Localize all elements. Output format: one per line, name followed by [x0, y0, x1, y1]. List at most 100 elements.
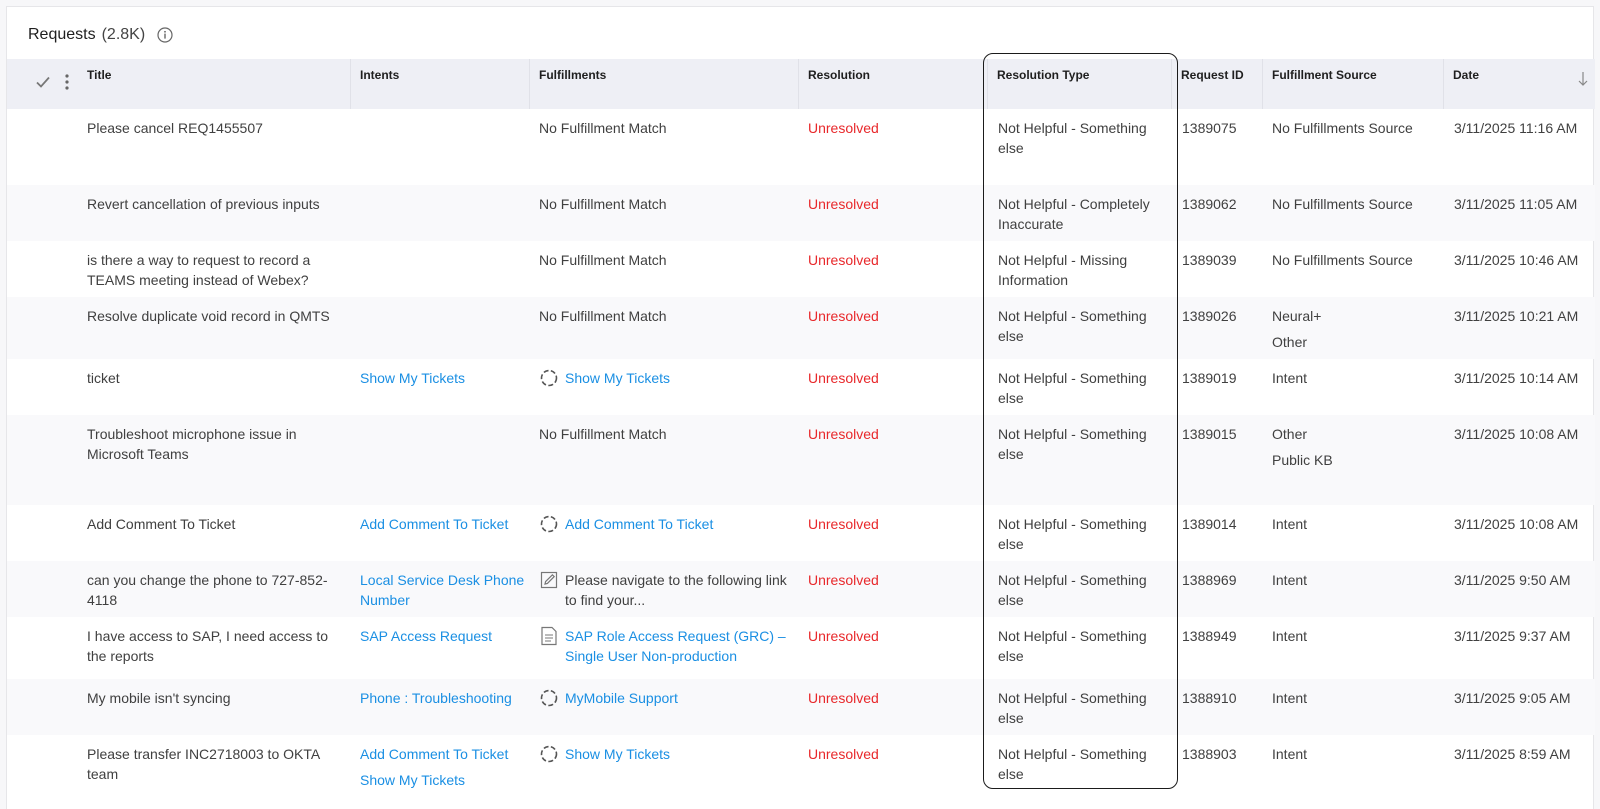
column-header-date[interactable]: Date [1444, 59, 1574, 109]
table-row[interactable]: My mobile isn't syncing Phone : Troublesh… [7, 679, 1595, 735]
cell-request-id: 1389026 [1182, 308, 1237, 324]
fulfillment-item[interactable]: Add Comment To Ticket [539, 514, 794, 534]
fulfillment-link[interactable]: Show My Tickets [565, 744, 670, 764]
fulfillment-link[interactable]: SAP Role Access Request (GRC) – Single U… [565, 626, 794, 666]
cell-date: 3/11/2025 8:59 AM [1454, 746, 1571, 762]
workflow-cycle-icon [539, 744, 559, 764]
table-row[interactable]: Resolve duplicate void record in QMTS No … [7, 297, 1595, 359]
source-item: Other [1272, 426, 1308, 442]
fulfillment-link[interactable]: Add Comment To Ticket [565, 514, 713, 534]
cell-resolution: Unresolved [808, 746, 879, 762]
intent-link[interactable]: Show My Tickets [360, 770, 525, 790]
intent-link[interactable]: Add Comment To Ticket [360, 514, 525, 534]
source-item: Intent [1272, 690, 1308, 706]
cell-request-id: 1389019 [1182, 370, 1237, 386]
fulfillment-text: No Fulfillment Match [539, 426, 667, 442]
fulfillment-item[interactable]: Show My Tickets [539, 744, 794, 764]
intent-link[interactable]: Local Service Desk Phone Number [360, 570, 525, 610]
table-row[interactable]: can you change the phone to 727-852-4118… [7, 561, 1595, 617]
cell-request-id: 1389015 [1182, 426, 1237, 442]
intent-link[interactable]: SAP Access Request [360, 626, 525, 646]
cell-fulfillment-source: Intent [1272, 359, 1442, 388]
cell-resolution-type: Not Helpful - Something else [998, 426, 1147, 462]
cell-resolution-type: Not Helpful - Completely Inaccurate [998, 196, 1150, 232]
cell-intents [360, 241, 525, 250]
cell-fulfillment-source: Intent [1272, 679, 1442, 708]
cell-intents [360, 415, 525, 424]
cell-fulfillment: No Fulfillment Match [539, 109, 794, 138]
fulfillment-item: No Fulfillment Match [539, 306, 794, 326]
cell-date: 3/11/2025 10:14 AM [1454, 370, 1579, 386]
source-item: No Fulfillments Source [1272, 120, 1413, 136]
cell-intents: Local Service Desk Phone Number [360, 561, 525, 610]
workflow-cycle-icon [539, 368, 559, 388]
table-row[interactable]: Revert cancellation of previous inputs No… [7, 185, 1595, 241]
column-header-resolution[interactable]: Resolution [799, 59, 977, 109]
fulfillment-link[interactable]: MyMobile Support [565, 688, 678, 708]
workflow-cycle-icon [539, 514, 559, 534]
cell-date: 3/11/2025 11:16 AM [1454, 120, 1578, 136]
intent-link[interactable]: Show My Tickets [360, 368, 525, 388]
column-header-resolution-type[interactable]: Resolution Type [988, 59, 1171, 109]
cell-intents: SAP Access Request [360, 617, 525, 646]
cell-fulfillment: No Fulfillment Match [539, 297, 794, 326]
cell-resolution-type: Not Helpful - Something else [998, 516, 1147, 552]
info-circle-icon[interactable] [157, 27, 173, 43]
cell-date: 3/11/2025 9:50 AM [1454, 572, 1571, 588]
cell-title: Troubleshoot microphone issue in Microso… [87, 426, 297, 462]
fulfillment-item: No Fulfillment Match [539, 118, 794, 138]
column-header-request-id[interactable]: Request ID [1172, 59, 1262, 109]
cell-resolution: Unresolved [808, 120, 879, 136]
fulfillment-item[interactable]: Show My Tickets [539, 368, 794, 388]
table-row[interactable]: ticket Show My Tickets Show My Tickets Unre… [7, 359, 1595, 415]
cell-fulfillment-source: Intent [1272, 617, 1442, 646]
cell-request-id: 1388903 [1182, 746, 1237, 762]
cell-resolution: Unresolved [808, 628, 879, 644]
cell-resolution-type: Not Helpful - Something else [998, 628, 1147, 664]
cell-title: ticket [87, 370, 120, 386]
cell-title: Please transfer INC2718003 to OKTA team [87, 746, 320, 782]
cell-fulfillment: Please navigate to the following link to… [539, 561, 794, 610]
fulfillment-text: No Fulfillment Match [539, 196, 667, 212]
cell-intents: Add Comment To Ticket Show My Tickets [360, 735, 525, 790]
table-row[interactable]: Please transfer INC2718003 to OKTA team A… [7, 735, 1595, 809]
cell-resolution: Unresolved [808, 308, 879, 324]
cell-request-id: 1389039 [1182, 252, 1237, 268]
cell-resolution-type: Not Helpful - Something else [998, 572, 1147, 608]
kebab-icon[interactable] [64, 73, 70, 91]
cell-resolution-type: Not Helpful - Missing Information [998, 252, 1128, 288]
cell-request-id: 1388969 [1182, 572, 1237, 588]
column-header-fulfillment-source[interactable]: Fulfillment Source [1263, 59, 1443, 109]
check-icon[interactable] [35, 74, 51, 90]
cell-request-id: 1389014 [1182, 516, 1237, 532]
fulfillment-item[interactable]: MyMobile Support [539, 688, 794, 708]
cell-date: 3/11/2025 10:21 AM [1454, 308, 1579, 324]
cell-resolution-type: Not Helpful - Something else [998, 746, 1147, 782]
cell-resolution: Unresolved [808, 690, 879, 706]
column-header-intents[interactable]: Intents [351, 59, 529, 109]
cell-resolution: Unresolved [808, 516, 879, 532]
arrow-down-icon[interactable] [1578, 71, 1588, 87]
intent-link[interactable]: Add Comment To Ticket [360, 744, 525, 764]
column-header-title[interactable]: Title [78, 59, 350, 109]
table-row[interactable]: Add Comment To Ticket Add Comment To Tick… [7, 505, 1595, 561]
cell-fulfillment: Show My Tickets [539, 735, 794, 764]
table-row[interactable]: Troubleshoot microphone issue in Microso… [7, 415, 1595, 505]
fulfillment-link[interactable]: Show My Tickets [565, 368, 670, 388]
fulfillment-item[interactable]: SAP Role Access Request (GRC) – Single U… [539, 626, 794, 666]
intent-link[interactable]: Phone : Troubleshooting [360, 688, 525, 708]
source-item: Intent [1272, 572, 1308, 588]
cell-fulfillment-source: No Fulfillments Source [1272, 109, 1442, 138]
cell-title: Add Comment To Ticket [87, 516, 236, 532]
edit-note-icon [539, 570, 559, 590]
cell-fulfillment-source: Intent [1272, 561, 1442, 590]
table-row[interactable]: I have access to SAP, I need access to t… [7, 617, 1595, 679]
cell-date: 3/11/2025 10:08 AM [1454, 516, 1579, 532]
column-header-fulfillments[interactable]: Fulfillments [530, 59, 798, 109]
cell-date: 3/11/2025 10:08 AM [1454, 426, 1579, 442]
cell-fulfillment: No Fulfillment Match [539, 415, 794, 444]
table-row[interactable]: Please cancel REQ1455507 No Fulfillment M… [7, 109, 1595, 185]
table-row[interactable]: is there a way to request to record a TE… [7, 241, 1595, 297]
cell-fulfillment-source: Intent [1272, 735, 1442, 764]
cell-resolution: Unresolved [808, 370, 879, 386]
